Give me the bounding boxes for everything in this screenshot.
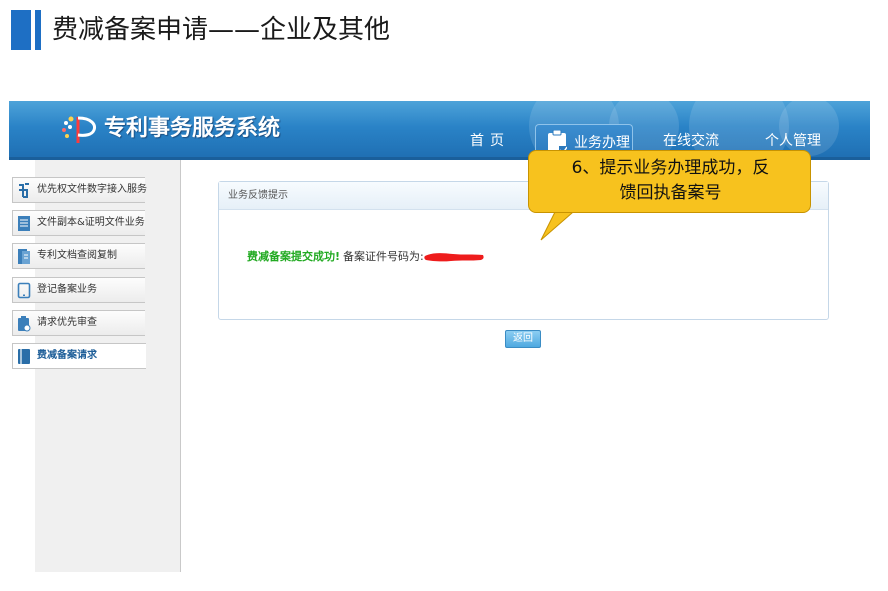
sidebar-item-label: 优先权文件数字接入服务	[37, 184, 147, 195]
sidebar-item-label: 文件副本&证明文件业务	[37, 217, 145, 228]
return-button[interactable]: 返回	[505, 330, 541, 348]
document-view-icon	[18, 249, 30, 264]
sidebar-item-label: 登记备案业务	[37, 284, 97, 295]
redaction-mark	[424, 253, 484, 262]
slide-title: 费减备案申请——企业及其他	[52, 15, 391, 45]
sidebar-item-label: 请求优先审查	[37, 317, 97, 328]
priority-review-icon	[18, 316, 31, 332]
panel-header-title: 业务反馈提示	[228, 190, 288, 201]
book-icon	[18, 349, 30, 364]
sidebar-item-label: 费减备案请求	[37, 350, 97, 361]
slide: 费减备案申请——企业及其他 专利事务服务系统 首页 业务办理 在线交流 个人管理	[0, 0, 888, 591]
registration-number-label: 备案证件号码为:	[343, 250, 424, 263]
sidebar-item-fee-reduction[interactable]: 费减备案请求	[12, 343, 146, 369]
nav-home[interactable]: 首页	[470, 128, 510, 154]
tablet-icon	[17, 282, 31, 299]
callout-text: 6、提示业务办理成功，反 馈回执备案号	[529, 156, 812, 206]
logo-icon	[62, 116, 96, 143]
sidebar-item-document-copy[interactable]: 文件副本&证明文件业务	[12, 210, 145, 236]
sidebar-item-priority-review[interactable]: 请求优先审查	[12, 310, 145, 336]
callout-annotation: 6、提示业务办理成功，反 馈回执备案号	[528, 150, 811, 213]
sidebar-item-document-view[interactable]: 专利文档查阅复制	[12, 243, 145, 269]
document-copy-icon	[18, 216, 30, 231]
sidebar-item-priority-document[interactable]: 优先权文件数字接入服务	[12, 177, 147, 203]
priority-document-icon	[19, 183, 29, 198]
callout-line-2: 馈回执备案号	[619, 183, 722, 203]
callout-line-1: 6、提示业务办理成功，反	[571, 158, 770, 178]
sidebar-item-registration[interactable]: 登记备案业务	[12, 277, 145, 303]
sidebar-item-label: 专利文档查阅复制	[37, 250, 117, 261]
app-logo-text: 专利事务服务系统	[104, 116, 281, 141]
success-message: 费减备案提交成功!	[247, 250, 341, 263]
